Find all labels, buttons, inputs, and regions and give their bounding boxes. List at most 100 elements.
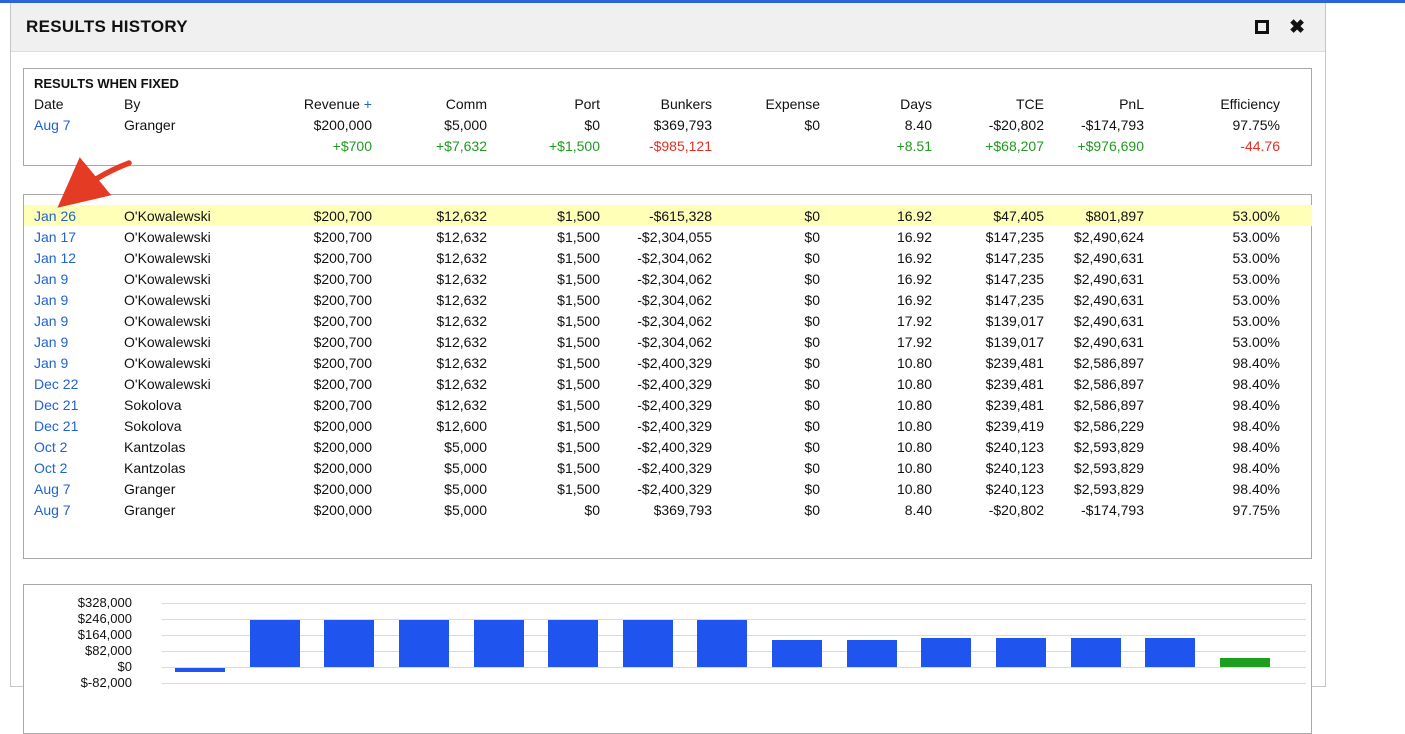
history-row[interactable]: Dec 22O'Kowalewski$200,700$12,632$1,500-… (24, 373, 1312, 394)
maximize-button[interactable] (1253, 18, 1271, 36)
value-cell: $0 (726, 268, 834, 289)
value-cell: $1,500 (501, 436, 614, 457)
history-row[interactable]: Aug 7Granger$200,000$5,000$1,500-$2,400,… (24, 478, 1312, 499)
value-cell: $239,481 (946, 373, 1058, 394)
date-link[interactable]: Jan 9 (34, 313, 68, 329)
value-cell: $2,490,631 (1058, 268, 1158, 289)
chart-gridline (162, 683, 1306, 684)
value-cell: 53.00% (1158, 268, 1312, 289)
value-cell: $47,405 (946, 205, 1058, 226)
col-header-efficiency: Efficiency (1158, 93, 1312, 114)
history-table-body: Jan 26O'Kowalewski$200,700$12,632$1,500-… (24, 205, 1312, 520)
close-button[interactable]: ✖ (1287, 16, 1307, 39)
value-cell: $2,490,624 (1058, 226, 1158, 247)
date-link[interactable]: Jan 9 (34, 271, 68, 287)
value-cell: $200,000 (274, 499, 386, 520)
date-link[interactable]: Aug 7 (34, 117, 71, 133)
value-cell: 10.80 (834, 478, 946, 499)
date-link[interactable]: Dec 21 (34, 418, 78, 434)
page-accent-bar (0, 0, 1405, 3)
value-cell: $147,235 (946, 268, 1058, 289)
value-cell: 53.00% (1158, 331, 1312, 352)
close-icon: ✖ (1289, 18, 1305, 37)
value-cell: $2,593,829 (1058, 457, 1158, 478)
by-cell: O'Kowalewski (114, 373, 274, 394)
value-cell: 10.80 (834, 373, 946, 394)
history-row[interactable]: Jan 12O'Kowalewski$200,700$12,632$1,500-… (24, 247, 1312, 268)
value-cell: $5,000 (386, 457, 501, 478)
value-cell: $12,632 (386, 310, 501, 331)
value-cell: +$7,632 (386, 135, 501, 156)
chart-y-tick-label: $0 (24, 659, 132, 675)
value-cell: $2,586,897 (1058, 394, 1158, 415)
value-cell: 17.92 (834, 310, 946, 331)
date-cell: Aug 7 (24, 478, 114, 499)
history-row[interactable]: Jan 9O'Kowalewski$200,700$12,632$1,500-$… (24, 268, 1312, 289)
value-cell: 16.92 (834, 205, 946, 226)
date-link[interactable]: Dec 21 (34, 397, 78, 413)
col-header-bunkers: Bunkers (614, 93, 726, 114)
date-link[interactable]: Oct 2 (34, 439, 67, 455)
by-cell: Granger (114, 114, 274, 135)
value-cell: 10.80 (834, 394, 946, 415)
value-cell (726, 135, 834, 156)
fixed-result-row: Aug 7Granger$200,000$5,000$0$369,793$08.… (24, 114, 1312, 135)
value-cell: 53.00% (1158, 310, 1312, 331)
value-cell: $240,123 (946, 457, 1058, 478)
results-history-modal: RESULTS HISTORY ✖ RESULTS WHEN FIXED Dat… (10, 3, 1326, 687)
value-cell: $2,593,829 (1058, 436, 1158, 457)
date-link[interactable]: Jan 9 (34, 292, 68, 308)
value-cell: $147,235 (946, 289, 1058, 310)
date-link[interactable]: Oct 2 (34, 460, 67, 476)
date-link[interactable]: Dec 22 (34, 376, 78, 392)
date-link[interactable]: Aug 7 (34, 502, 71, 518)
value-cell: $0 (501, 114, 614, 135)
value-cell: $200,700 (274, 205, 386, 226)
value-cell: $1,500 (501, 226, 614, 247)
history-row[interactable]: Oct 2Kantzolas$200,000$5,000$1,500-$2,40… (24, 457, 1312, 478)
history-row[interactable]: Dec 21Sokolova$200,000$12,600$1,500-$2,4… (24, 415, 1312, 436)
date-cell (24, 135, 114, 156)
results-when-fixed-heading: RESULTS WHEN FIXED (24, 75, 1311, 93)
date-link[interactable]: Jan 17 (34, 229, 76, 245)
col-header-revenue[interactable]: Revenue + (274, 93, 386, 114)
history-row[interactable]: Jan 9O'Kowalewski$200,700$12,632$1,500-$… (24, 352, 1312, 373)
value-cell: $147,235 (946, 226, 1058, 247)
value-cell: $12,632 (386, 268, 501, 289)
history-row[interactable]: Jan 9O'Kowalewski$200,700$12,632$1,500-$… (24, 289, 1312, 310)
date-link[interactable]: Jan 9 (34, 355, 68, 371)
value-cell: $200,700 (274, 226, 386, 247)
window-controls: ✖ (1253, 16, 1307, 39)
by-cell: Kantzolas (114, 436, 274, 457)
value-cell: 98.40% (1158, 457, 1312, 478)
history-row[interactable]: Jan 9O'Kowalewski$200,700$12,632$1,500-$… (24, 331, 1312, 352)
date-link[interactable]: Jan 12 (34, 250, 76, 266)
value-cell: $200,000 (274, 415, 386, 436)
value-cell: $12,632 (386, 289, 501, 310)
date-link[interactable]: Jan 9 (34, 334, 68, 350)
by-cell: O'Kowalewski (114, 226, 274, 247)
chart-bar (548, 620, 598, 667)
value-cell: 98.40% (1158, 415, 1312, 436)
value-cell: -$174,793 (1058, 114, 1158, 135)
col-header-by: By (114, 93, 274, 114)
value-cell: $1,500 (501, 310, 614, 331)
history-row[interactable]: Oct 2Kantzolas$200,000$5,000$1,500-$2,40… (24, 436, 1312, 457)
value-cell: $0 (726, 478, 834, 499)
value-cell: 16.92 (834, 226, 946, 247)
date-link[interactable]: Aug 7 (34, 481, 71, 497)
history-row[interactable]: Dec 21Sokolova$200,700$12,632$1,500-$2,4… (24, 394, 1312, 415)
value-cell: $0 (726, 226, 834, 247)
value-cell: $1,500 (501, 331, 614, 352)
history-row[interactable]: Jan 9O'Kowalewski$200,700$12,632$1,500-$… (24, 310, 1312, 331)
history-row[interactable]: Jan 26O'Kowalewski$200,700$12,632$1,500-… (24, 205, 1312, 226)
value-cell: -$20,802 (946, 499, 1058, 520)
sort-indicator[interactable]: + (360, 96, 372, 112)
history-row[interactable]: Aug 7Granger$200,000$5,000$0$369,793$08.… (24, 499, 1312, 520)
value-cell: 16.92 (834, 247, 946, 268)
date-link[interactable]: Jan 26 (34, 208, 76, 224)
history-row[interactable]: Jan 17O'Kowalewski$200,700$12,632$1,500-… (24, 226, 1312, 247)
value-cell: +$68,207 (946, 135, 1058, 156)
value-cell: -$2,304,055 (614, 226, 726, 247)
results-when-fixed-table: DateByRevenue +CommPortBunkersExpenseDay… (24, 93, 1312, 156)
